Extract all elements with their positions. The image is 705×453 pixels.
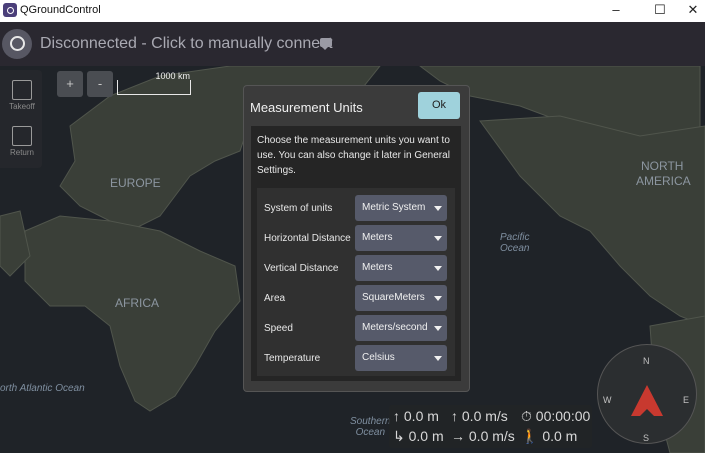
vertical-distance-dropdown[interactable]: Meters <box>355 255 447 281</box>
units-form: System of units Metric System Horizontal… <box>257 188 455 376</box>
distance-to-ground-value: 🚶 0.0 m <box>521 428 578 444</box>
ground-speed-value: → 0.0 m/s <box>451 428 515 444</box>
altitude-relative-value: ↑ 0.0 m <box>393 408 439 424</box>
return-label: Return <box>9 148 34 157</box>
zoom-out-button[interactable]: - <box>87 71 113 97</box>
telemetry-panel[interactable]: ↑ 0.0 m ↑ 0.0 m/s ⏱ 00:00:00 ↳ 0.0 m → 0… <box>389 405 592 448</box>
return-button[interactable]: Return <box>4 122 40 166</box>
ok-button[interactable]: Ok <box>418 92 460 119</box>
window-titlebar: QGroundControl – ☐ ✕ <box>0 0 705 22</box>
map-label-north: NORTH <box>641 159 684 173</box>
chat-bubble-icon <box>320 38 332 50</box>
compass-widget[interactable]: N E S W <box>597 344 697 444</box>
horizontal-distance-label: Horizontal Distance <box>264 233 351 244</box>
chevron-down-icon <box>434 356 442 361</box>
takeoff-icon <box>12 80 32 100</box>
minimize-button[interactable]: – <box>596 0 636 22</box>
dialog-body: Choose the measurement units you want to… <box>251 126 461 381</box>
area-dropdown[interactable]: SquareMeters <box>355 285 447 311</box>
close-button[interactable]: ✕ <box>673 0 705 22</box>
dialog-title: Measurement Units <box>250 100 363 115</box>
chevron-down-icon <box>434 296 442 301</box>
horizontal-distance-dropdown[interactable]: Meters <box>355 225 447 251</box>
heading-arrow-notch <box>639 409 655 417</box>
map-label-north-atlantic: orth Atlantic Ocean <box>0 383 85 394</box>
map-label-america: AMERICA <box>636 174 691 188</box>
compass-west-label: W <box>603 395 612 405</box>
map-label-africa: AFRICA <box>115 296 160 310</box>
qgroundcontrol-app-icon <box>3 3 17 17</box>
distance-home-value: ↳ 0.0 m <box>393 428 444 444</box>
flight-time-value: ⏱ 00:00:00 <box>521 408 591 424</box>
area-label: Area <box>264 293 286 304</box>
map-label-pacific-ocean: Pacific Ocean <box>500 232 530 254</box>
map-scale-bar: 1000 km <box>117 71 191 95</box>
speed-dropdown[interactable]: Meters/second <box>355 315 447 341</box>
system-of-units-value: Metric System <box>362 202 426 213</box>
chevron-down-icon <box>434 236 442 241</box>
area-value: SquareMeters <box>362 292 425 303</box>
main-toolbar: Disconnected - Click to manually connect <box>0 22 705 66</box>
temperature-value: Celsius <box>362 352 395 363</box>
measurement-units-dialog: Measurement Units Ok Choose the measurem… <box>243 85 470 392</box>
chevron-down-icon <box>434 326 442 331</box>
temperature-label: Temperature <box>264 353 321 364</box>
system-of-units-label: System of units <box>264 203 333 214</box>
takeoff-button[interactable]: Takeoff <box>4 76 40 120</box>
connection-status-link[interactable]: Disconnected - Click to manually connect <box>40 35 333 53</box>
compass-north-label: N <box>643 356 650 366</box>
chevron-down-icon <box>434 206 442 211</box>
horizontal-distance-value: Meters <box>362 232 393 243</box>
qgc-logo-icon[interactable] <box>2 29 32 59</box>
map-label-southern-ocean: Southern Ocean <box>350 416 391 438</box>
takeoff-label: Takeoff <box>9 102 35 111</box>
zoom-in-button[interactable]: + <box>57 71 83 97</box>
map-label-europe: EUROPE <box>110 176 161 190</box>
vertical-speed-value: ↑ 0.0 m/s <box>451 408 508 424</box>
window-title: QGroundControl <box>20 4 101 16</box>
speed-value: Meters/second <box>362 322 428 333</box>
compass-south-label: S <box>643 433 650 443</box>
vertical-distance-value: Meters <box>362 262 393 273</box>
compass-east-label: E <box>683 395 690 405</box>
chevron-down-icon <box>434 266 442 271</box>
map-scale-label: 1000 km <box>155 71 190 81</box>
system-of-units-dropdown[interactable]: Metric System <box>355 195 447 221</box>
vertical-distance-label: Vertical Distance <box>264 263 339 274</box>
temperature-dropdown[interactable]: Celsius <box>355 345 447 371</box>
dialog-intro-text: Choose the measurement units you want to… <box>257 135 450 176</box>
side-toolbar: Takeoff Return <box>0 70 42 168</box>
speed-label: Speed <box>264 323 293 334</box>
return-icon <box>12 126 32 146</box>
